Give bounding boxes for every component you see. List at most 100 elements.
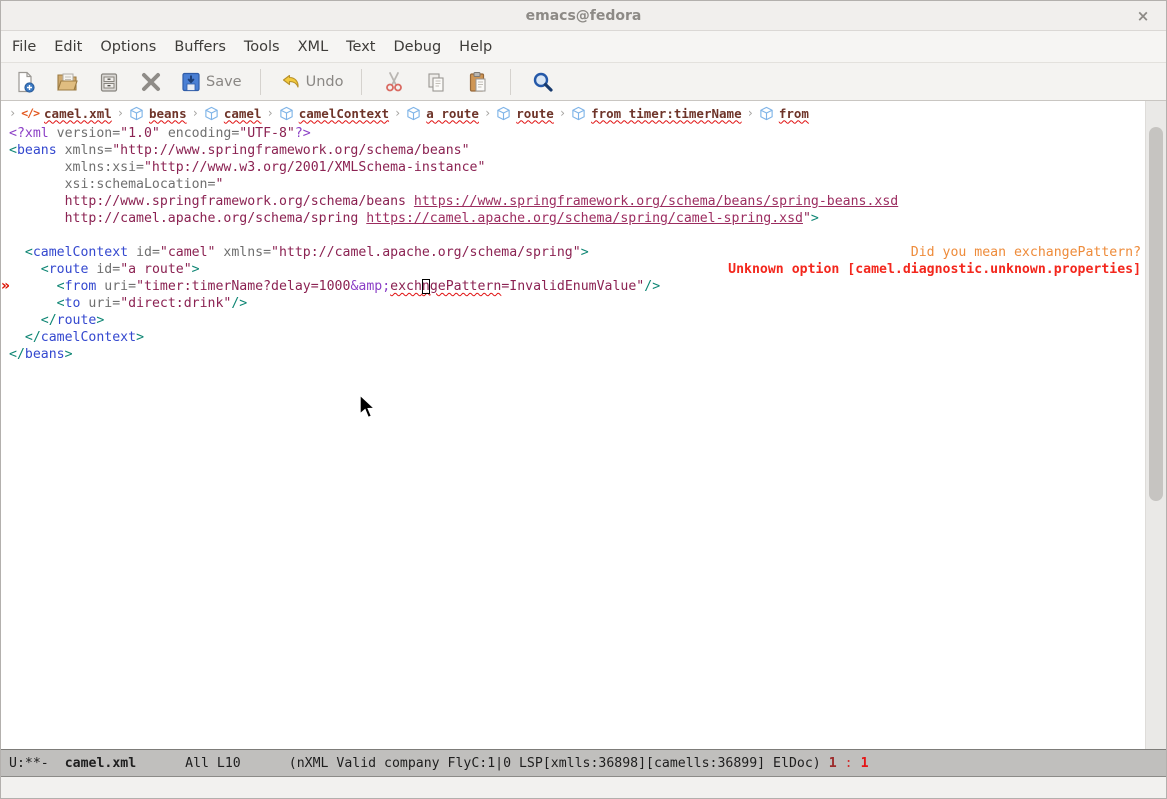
code-line-14[interactable]: </beans> bbox=[9, 346, 1145, 363]
undo-button[interactable]: Undo bbox=[279, 68, 344, 96]
breadcrumb-item-camel-xml[interactable]: </> camel.xml bbox=[21, 106, 112, 121]
code-line-3[interactable]: xmlns:xsi="http://www.w3.org/2001/XMLSch… bbox=[9, 159, 1145, 176]
fringe: » bbox=[1, 125, 9, 749]
toolbar-separator bbox=[260, 69, 261, 95]
breadcrumb-item-from-timer-timername[interactable]: from timer:timerName bbox=[571, 106, 742, 121]
modeline-buffer-name: camel.xml bbox=[65, 756, 136, 771]
search-button[interactable] bbox=[529, 68, 557, 96]
code-line-10[interactable]: <from uri="timer:timerName?delay=1000&am… bbox=[9, 278, 1145, 295]
breadcrumb-label: beans bbox=[149, 106, 187, 121]
code-area[interactable]: <?xml version="1.0" encoding="UTF-8"?><b… bbox=[9, 125, 1145, 749]
modeline-state: U:**- bbox=[9, 756, 49, 771]
code-line-2[interactable]: <beans xmlns="http://www.springframework… bbox=[9, 142, 1145, 159]
breadcrumb-chevron-icon: › bbox=[192, 106, 199, 120]
xml-tag-icon: </> bbox=[21, 106, 39, 120]
breadcrumb-item-from[interactable]: from bbox=[759, 106, 809, 121]
code-line-6[interactable]: http://camel.apache.org/schema/spring ht… bbox=[9, 210, 1145, 227]
undo-icon bbox=[279, 70, 303, 94]
menu-edit[interactable]: Edit bbox=[45, 31, 91, 63]
menu-text[interactable]: Text bbox=[337, 31, 384, 63]
breadcrumb: › </> camel.xml › beans › camel › camelContext › a… bbox=[1, 101, 1145, 125]
code-line-12[interactable]: </route> bbox=[9, 312, 1145, 329]
breadcrumb-chevron-icon: › bbox=[747, 106, 754, 120]
breadcrumb-item-camel[interactable]: camel bbox=[204, 106, 262, 121]
mode-line: U:**- camel.xml All L10 (nXML Valid comp… bbox=[1, 749, 1166, 777]
cube-icon bbox=[279, 106, 294, 121]
modeline-count-separator: : bbox=[845, 756, 853, 771]
menu-bar: FileEditOptionsBuffersToolsXMLTextDebugH… bbox=[1, 31, 1166, 63]
open-file-button[interactable] bbox=[53, 68, 81, 96]
editor[interactable]: » <?xml version="1.0" encoding="UTF-8"?>… bbox=[1, 125, 1145, 749]
code-line-1[interactable]: <?xml version="1.0" encoding="UTF-8"?> bbox=[9, 125, 1145, 142]
menu-help[interactable]: Help bbox=[450, 31, 501, 63]
breadcrumb-label: a route bbox=[426, 106, 479, 121]
inline-diagnostic-error: Unknown option [camel.diagnostic.unknown… bbox=[728, 261, 1141, 278]
breadcrumb-label: camel.xml bbox=[44, 106, 112, 121]
copy-icon bbox=[424, 70, 448, 94]
main-row: › </> camel.xml › beans › camel › camelContext › a… bbox=[1, 101, 1166, 749]
breadcrumb-label: camelContext bbox=[299, 106, 389, 121]
breadcrumb-label: from bbox=[779, 106, 809, 121]
save-icon bbox=[179, 70, 203, 94]
undo-button-label: Undo bbox=[306, 74, 344, 90]
file-drawer-icon bbox=[97, 70, 121, 94]
toolbar-separator bbox=[361, 69, 362, 95]
menu-debug[interactable]: Debug bbox=[384, 31, 450, 63]
code-line-4[interactable]: xsi:schemaLocation=" bbox=[9, 176, 1145, 193]
toolbar: Save Undo bbox=[1, 63, 1166, 101]
cube-icon bbox=[759, 106, 774, 121]
breadcrumb-label: from timer:timerName bbox=[591, 106, 742, 121]
breadcrumb-item-route[interactable]: route bbox=[496, 106, 554, 121]
new-file-icon bbox=[13, 70, 37, 94]
scrollbar-track[interactable] bbox=[1145, 101, 1166, 749]
code-line-13[interactable]: </camelContext> bbox=[9, 329, 1145, 346]
save-button[interactable]: Save bbox=[179, 68, 242, 96]
breadcrumb-chevron-icon: › bbox=[267, 106, 274, 120]
clipboard-icon bbox=[466, 70, 490, 94]
menu-file[interactable]: File bbox=[3, 31, 45, 63]
inline-diagnostic-hint: Did you mean exchangePattern? bbox=[911, 244, 1141, 261]
buffer-pane: › </> camel.xml › beans › camel › camelContext › a… bbox=[1, 101, 1145, 749]
modeline-warning-count: 1 bbox=[861, 756, 869, 771]
breadcrumb-chevron-icon: › bbox=[559, 106, 566, 120]
text-cursor: n bbox=[422, 279, 430, 294]
code-line-5[interactable]: http://www.springframework.org/schema/be… bbox=[9, 193, 1145, 210]
toolbar-separator bbox=[510, 69, 511, 95]
breadcrumb-label: camel bbox=[224, 106, 262, 121]
open-folder-icon bbox=[55, 70, 79, 94]
menu-xml[interactable]: XML bbox=[289, 31, 338, 63]
cube-icon bbox=[129, 106, 144, 121]
menu-options[interactable]: Options bbox=[91, 31, 165, 63]
scrollbar-thumb[interactable] bbox=[1149, 127, 1163, 501]
close-icon[interactable]: × bbox=[1134, 7, 1152, 25]
window-titlebar: emacs@fedora × bbox=[1, 1, 1166, 31]
code-line-11[interactable]: <to uri="direct:drink"/> bbox=[9, 295, 1145, 312]
paste-button[interactable] bbox=[464, 68, 492, 96]
new-file-button[interactable] bbox=[11, 68, 39, 96]
code-line-9[interactable]: <route id="a route">Unknown option [came… bbox=[9, 261, 1145, 278]
menu-tools[interactable]: Tools bbox=[235, 31, 289, 63]
breadcrumb-item-a-route[interactable]: a route bbox=[406, 106, 479, 121]
breadcrumb-chevron-icon: › bbox=[484, 106, 491, 120]
file-drawer-button[interactable] bbox=[95, 68, 123, 96]
breadcrumb-item-camelcontext[interactable]: camelContext bbox=[279, 106, 389, 121]
close-buffer-icon bbox=[140, 71, 162, 93]
cut-button[interactable] bbox=[380, 68, 408, 96]
code-line-7[interactable] bbox=[9, 227, 1145, 244]
breadcrumb-chevron-icon: › bbox=[117, 106, 124, 120]
breadcrumb-item-beans[interactable]: beans bbox=[129, 106, 187, 121]
copy-button[interactable] bbox=[422, 68, 450, 96]
modeline-error-count: 1 bbox=[829, 756, 837, 771]
scissors-icon bbox=[382, 70, 406, 94]
close-buffer-button[interactable] bbox=[137, 68, 165, 96]
search-icon bbox=[531, 70, 555, 94]
cube-icon bbox=[571, 106, 586, 121]
echo-area[interactable] bbox=[1, 777, 1166, 798]
cube-icon bbox=[204, 106, 219, 121]
window-title: emacs@fedora bbox=[526, 8, 642, 24]
cube-icon bbox=[496, 106, 511, 121]
menu-buffers[interactable]: Buffers bbox=[165, 31, 235, 63]
code-line-8[interactable]: <camelContext id="camel" xmlns="http://c… bbox=[9, 244, 1145, 261]
cube-icon bbox=[406, 106, 421, 121]
breadcrumb-chevron-icon: › bbox=[9, 106, 16, 120]
